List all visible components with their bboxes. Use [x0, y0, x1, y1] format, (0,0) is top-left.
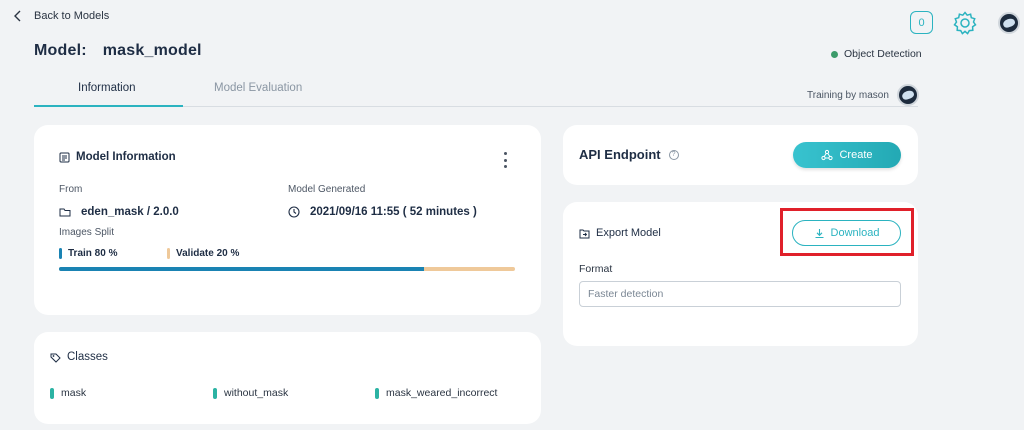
trainer-avatar: [896, 84, 919, 106]
format-placeholder: Faster detection: [588, 288, 664, 300]
chevron-left-icon: [14, 10, 21, 22]
download-label: Download: [830, 227, 880, 239]
notification-count: 0: [918, 16, 925, 29]
model-information-heading: Model Information: [76, 151, 176, 163]
create-endpoint-button[interactable]: Create: [793, 142, 901, 168]
export-model-heading: Export Model: [596, 227, 661, 239]
validate-split: Validate 20 %: [167, 248, 239, 259]
class-item: mask_weared_incorrect: [375, 387, 497, 399]
generated-value: 2021/09/16 11:55 ( 52 minutes ): [288, 206, 477, 218]
download-icon: [815, 228, 824, 238]
generated-label: Model Generated: [288, 184, 366, 195]
page-title: Model: mask_model: [34, 42, 202, 60]
back-to-models-link[interactable]: Back to Models: [12, 9, 109, 23]
api-endpoint-heading: API Endpoint: [579, 147, 661, 162]
model-type-status: Object Detection: [831, 48, 922, 60]
active-tab-indicator: [34, 105, 183, 107]
from-value-text: eden_mask / 2.0.0: [81, 206, 179, 218]
train-split: Train 80 %: [59, 248, 117, 259]
images-split-label: Images Split: [59, 227, 115, 238]
export-model-title: Export Model: [579, 227, 661, 239]
format-select[interactable]: Faster detection: [579, 281, 901, 307]
class-label: mask_weared_incorrect: [386, 387, 498, 399]
network-icon: [821, 149, 834, 161]
model-information-card: Model Information From eden_mask / 2.0.0…: [34, 125, 541, 315]
class-marker: [213, 387, 217, 399]
status-dot: [831, 50, 838, 58]
tab-bar: Information Model Evaluation: [34, 78, 918, 107]
title-prefix: Model:: [34, 42, 87, 59]
download-button[interactable]: Download: [792, 220, 901, 246]
classes-title: Classes: [50, 351, 108, 363]
format-label: Format: [579, 263, 613, 275]
validate-label: Validate 20 %: [176, 248, 240, 259]
clock-icon: [288, 206, 300, 218]
class-item: without_mask: [213, 387, 288, 399]
train-label: Train 80 %: [68, 248, 118, 259]
validate-marker: [167, 248, 170, 259]
api-endpoint-title: API Endpoint ?: [579, 147, 679, 162]
user-avatar[interactable]: [998, 12, 1020, 34]
class-label: mask: [61, 387, 87, 399]
model-name: mask_model: [102, 42, 202, 59]
create-label: Create: [839, 149, 873, 161]
folder-icon: [59, 208, 71, 217]
classes-card: Classes mask without_mask mask_weared_in…: [34, 332, 541, 424]
tab-information[interactable]: Information: [78, 82, 136, 94]
status-text: Object Detection: [844, 48, 922, 60]
class-label: without_mask: [224, 387, 289, 399]
split-progress-bar: [59, 267, 515, 271]
model-information-title: Model Information: [59, 151, 176, 163]
export-icon: [579, 229, 590, 238]
gear-icon[interactable]: [952, 10, 978, 36]
training-by: Training by mason: [807, 84, 919, 106]
class-marker: [375, 387, 379, 399]
classes-heading: Classes: [67, 351, 108, 363]
train-marker: [59, 248, 62, 259]
api-endpoint-card: API Endpoint ? Create: [563, 125, 918, 185]
training-by-label: Training by mason: [807, 89, 889, 101]
export-model-card: Export Model Download Format Faster dete…: [563, 202, 918, 346]
from-label: From: [59, 184, 83, 195]
help-glyph: ?: [671, 151, 676, 158]
generated-value-text: 2021/09/16 11:55 ( 52 minutes ): [310, 206, 477, 218]
help-icon[interactable]: ?: [668, 149, 679, 160]
back-label: Back to Models: [34, 10, 110, 22]
train-progress-fill: [59, 267, 424, 271]
class-item: mask: [50, 387, 86, 399]
tag-icon: [50, 353, 61, 363]
more-options-button[interactable]: [501, 152, 509, 168]
tab-model-evaluation[interactable]: Model Evaluation: [214, 82, 302, 94]
notification-badge[interactable]: 0: [910, 11, 933, 34]
from-value: eden_mask / 2.0.0: [59, 206, 179, 218]
document-icon: [59, 152, 70, 162]
class-marker: [50, 387, 54, 399]
